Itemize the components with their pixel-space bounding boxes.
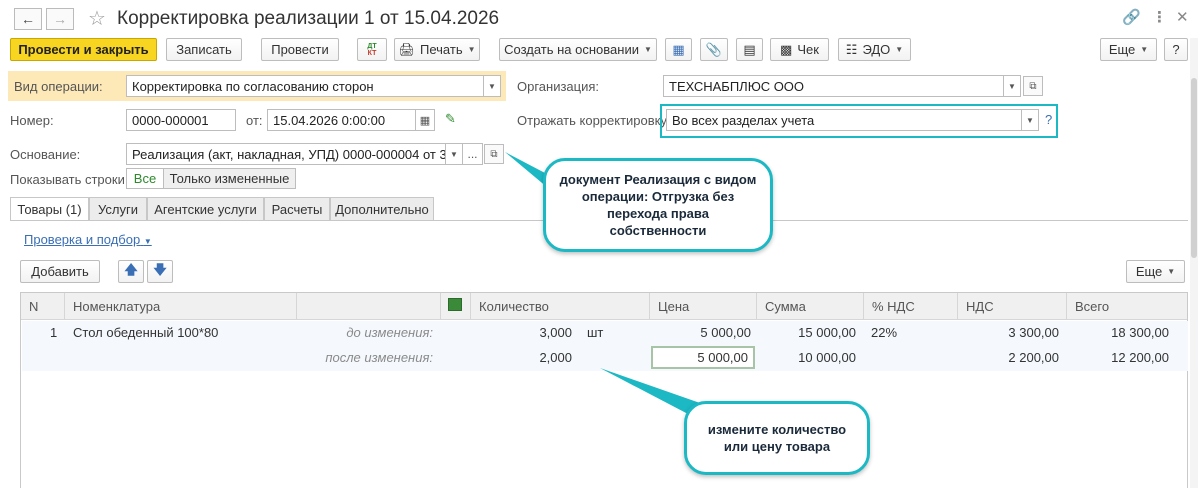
callout-change-quantity: измените количество или цену товара <box>684 401 870 475</box>
callout-basis-document: документ Реализация с видом операции: От… <box>543 158 773 252</box>
